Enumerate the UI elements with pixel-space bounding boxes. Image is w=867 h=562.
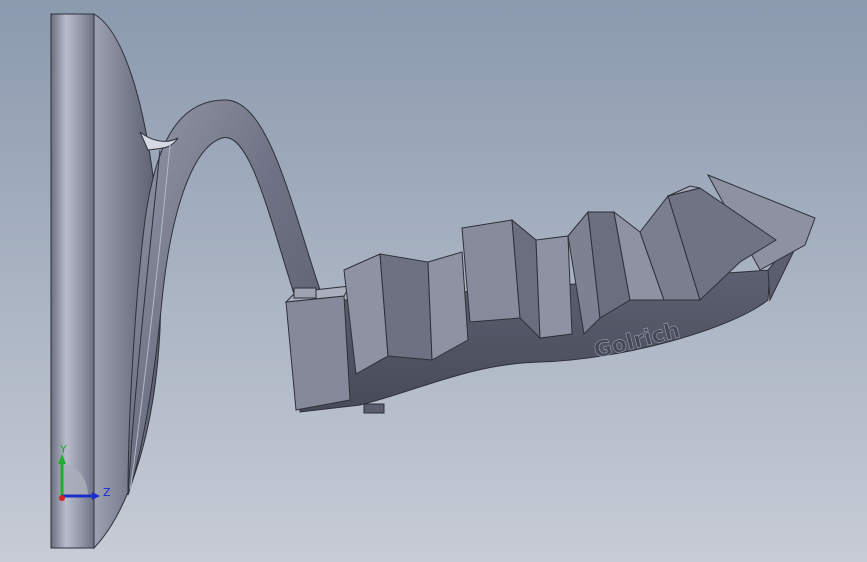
x-axis-dot — [59, 495, 65, 501]
z-axis-label: Z — [103, 486, 111, 499]
3d-viewport[interactable]: Golrich Y Z — [0, 0, 867, 562]
model-scene: Golrich — [0, 0, 867, 562]
orientation-triad: Y Z — [52, 438, 114, 510]
y-axis-label: Y — [60, 443, 67, 456]
